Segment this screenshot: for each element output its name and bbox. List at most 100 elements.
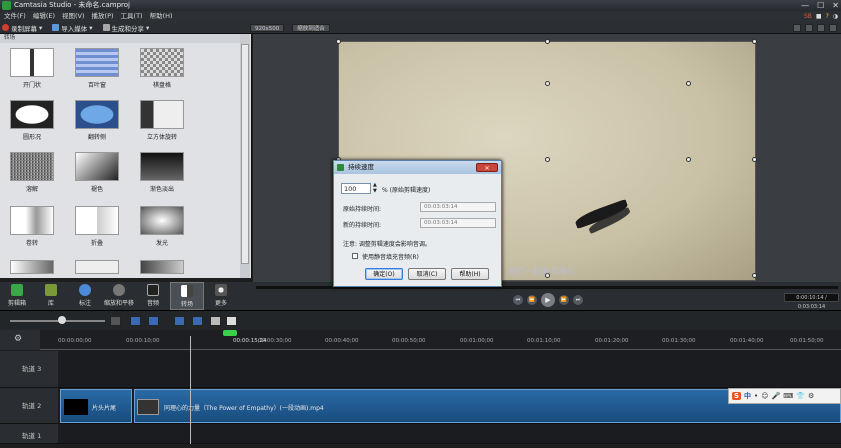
resize-handle[interactable] [752, 39, 757, 44]
import-media-button[interactable]: 导入媒体 ▾ [52, 23, 93, 33]
zoom-dropdown[interactable]: 缩放到适合 [292, 24, 330, 32]
resize-handle[interactable] [545, 39, 550, 44]
ime-mode[interactable]: 中 [744, 391, 751, 401]
crop-icon[interactable] [793, 24, 801, 32]
screen-icon[interactable]: ■ [816, 11, 822, 22]
undo-button[interactable] [130, 316, 141, 326]
keyboard-icon[interactable]: ⌨ [783, 392, 793, 400]
mute-fill-checkbox[interactable] [352, 253, 358, 259]
resize-handle[interactable] [545, 157, 550, 162]
cut-button[interactable] [174, 316, 185, 326]
step-forward-button[interactable]: ⏩ [559, 295, 569, 305]
transitions-icon [181, 285, 193, 297]
transition-tile[interactable]: 开门状 [6, 48, 58, 92]
speed-input[interactable]: 100 [341, 183, 371, 194]
transition-tile[interactable]: 渐色淡出 [136, 152, 188, 196]
zoom-slider-knob[interactable] [58, 316, 66, 324]
ok-button[interactable]: 确定(O) [365, 268, 403, 280]
sogou-logo-icon[interactable]: S [732, 392, 742, 400]
track-row[interactable] [58, 351, 841, 388]
menu-tools[interactable]: 工具(T) [121, 11, 143, 22]
resize-handle[interactable] [545, 81, 550, 86]
menu-view[interactable]: 视图(V) [62, 11, 85, 22]
produce-share-button[interactable]: 生成和分享 ▾ [102, 23, 149, 33]
track-label[interactable]: 轨道 1 [0, 424, 58, 444]
copy-button[interactable] [210, 316, 221, 326]
timeline-clip[interactable]: 片头片尾 [60, 389, 132, 423]
maximize-button[interactable]: ☐ [817, 0, 824, 11]
resize-handle[interactable] [686, 81, 691, 86]
close-button[interactable]: ✕ [832, 0, 839, 11]
resize-handle[interactable] [336, 39, 341, 44]
redo-button[interactable] [148, 316, 159, 326]
split-button[interactable] [192, 316, 203, 326]
detach-icon[interactable] [817, 24, 825, 32]
transition-tile[interactable]: 褪色 [71, 152, 123, 196]
account-icon[interactable]: SB [804, 11, 812, 22]
scroll-thumb[interactable] [241, 44, 249, 264]
transition-label: 翻转侧 [87, 134, 106, 141]
settings-icon[interactable]: ⚙ [808, 392, 814, 400]
transition-tile[interactable]: 圆形况 [6, 100, 58, 144]
punctuation-icon[interactable]: • [754, 392, 758, 400]
spin-down-icon[interactable]: ▼ [373, 189, 377, 194]
transition-tile[interactable]: 溶解 [6, 152, 58, 196]
transition-tile[interactable]: 发光 [136, 206, 188, 250]
transition-tile[interactable]: 折叠 [71, 206, 123, 250]
timeline-ruler[interactable]: 00:00:00;00 00:00:10;00 00:00:30;00 00:0… [40, 330, 841, 350]
tab-label: 剪辑箱 [7, 300, 26, 307]
zoom-icon[interactable] [110, 316, 121, 326]
menu-help[interactable]: 帮助(H) [150, 11, 173, 22]
step-back-button[interactable]: ⏪ [527, 295, 537, 305]
tab-callouts[interactable]: 标注 [68, 282, 102, 310]
resize-handle[interactable] [686, 157, 691, 162]
microphone-icon[interactable]: 🎤 [772, 392, 781, 400]
transition-tile[interactable]: 百叶窗 [71, 48, 123, 92]
original-duration-label: 原始持续时间: [343, 206, 382, 213]
menu-edit[interactable]: 编辑(E) [33, 11, 55, 22]
tab-audio[interactable]: 音频 [136, 282, 170, 310]
paste-button[interactable] [226, 316, 237, 326]
cancel-button[interactable]: 取消(C) [408, 268, 446, 280]
resize-handle[interactable] [752, 157, 757, 162]
panel-scrollbar[interactable] [240, 34, 250, 278]
menu-file[interactable]: 文件(F) [4, 11, 26, 22]
transition-thumbnail [140, 206, 184, 235]
playhead-handle[interactable] [223, 330, 237, 336]
tab-label: 转场 [180, 301, 193, 308]
dialog-close-button[interactable]: ✕ [476, 163, 498, 172]
gear-icon[interactable]: ⚙ [14, 334, 22, 344]
tab-zoom-pan[interactable]: 缩放和平移 [102, 282, 136, 310]
track-label[interactable]: 轨道 3 [0, 351, 58, 388]
menu-play[interactable]: 播放(P) [92, 11, 114, 22]
canvas-size-dropdown[interactable]: 920x500 [250, 24, 285, 32]
fullscreen-icon[interactable] [829, 24, 837, 32]
resize-handle[interactable] [752, 273, 757, 278]
help-button[interactable]: 帮助(H) [451, 268, 489, 280]
help-icon[interactable]: ? [826, 11, 829, 22]
skin-icon[interactable]: 👕 [796, 392, 805, 400]
go-start-button[interactable]: ⏮ [513, 295, 523, 305]
go-end-button[interactable]: ⏭ [573, 295, 583, 305]
playhead-time: 00:00:15;24 [233, 338, 267, 344]
track-row[interactable] [58, 424, 841, 444]
transition-tile[interactable]: 卷转 [6, 206, 58, 250]
track-row[interactable]: 片头片尾 同理心的力量（The Power of Empathy）(一段动画).… [58, 388, 841, 424]
transition-tile[interactable]: 棋盘格 [136, 48, 188, 92]
tab-label: 更多 [214, 300, 227, 307]
theme-icon[interactable]: ◑ [833, 11, 838, 22]
play-button[interactable]: ▶ [541, 293, 555, 307]
tab-transitions[interactable]: 转场 [170, 282, 204, 310]
record-screen-button[interactable]: 录制屏幕 ▾ [2, 23, 42, 33]
tab-clip-bin[interactable]: 剪辑箱 [0, 282, 34, 310]
emoji-icon[interactable]: ☺ [761, 392, 768, 400]
transition-tile[interactable]: 立方体旋转 [136, 100, 188, 144]
chevron-down-icon: ▾ [89, 23, 93, 32]
pan-icon[interactable] [805, 24, 813, 32]
transition-tile[interactable]: 翻转侧 [71, 100, 123, 144]
tab-library[interactable]: 库 [34, 282, 68, 310]
transition-label: 卷转 [25, 240, 38, 247]
minimize-button[interactable]: — [801, 0, 809, 11]
track-label[interactable]: 轨道 2 [0, 388, 58, 424]
tab-more[interactable]: 更多 [204, 282, 238, 310]
